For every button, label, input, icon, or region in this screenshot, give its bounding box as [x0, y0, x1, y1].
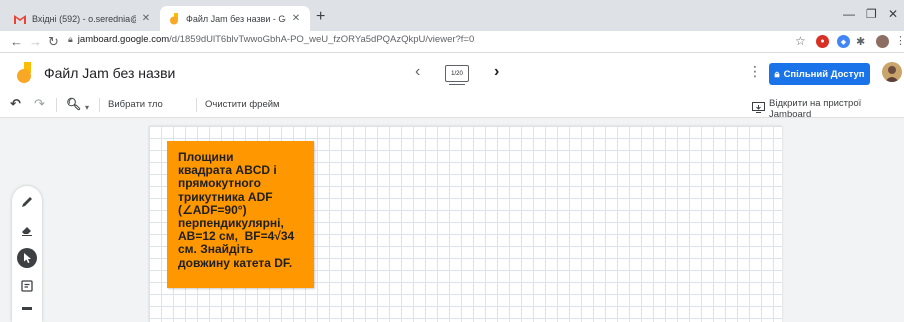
extensions-puzzle-icon[interactable]: ✱ [856, 35, 865, 50]
document-title[interactable]: Файл Jam без назви [44, 65, 175, 81]
next-frame-icon[interactable]: › [494, 62, 499, 82]
back-icon[interactable]: ← [10, 34, 23, 49]
pen-icon[interactable] [17, 192, 37, 212]
bookmark-star-icon[interactable]: ☆ [795, 34, 806, 49]
restore-icon[interactable]: ❐ [866, 7, 877, 21]
drawing-tools-panel [12, 186, 42, 322]
new-tab-icon[interactable]: + [316, 8, 325, 26]
clear-frame-button[interactable]: Очистити фрейм [205, 99, 280, 110]
zoom-icon[interactable]: 🔍︎ [66, 96, 81, 112]
lock-icon: 🔒︎ [68, 34, 73, 44]
minimize-icon[interactable]: — [843, 7, 855, 21]
address-bar: ← → ↻ 🔒︎ jamboard.google.com/d/1859dUlT6… [0, 31, 904, 53]
frame-counter[interactable]: 1/20 [445, 65, 469, 85]
share-label: Спільний Доступ [783, 68, 865, 80]
open-device-label: Відкрити на пристрої Jamboard [769, 98, 862, 120]
image-icon[interactable] [17, 302, 37, 322]
forward-icon[interactable]: → [29, 34, 42, 49]
redo-icon[interactable]: ↷ [34, 96, 45, 112]
reload-icon[interactable]: ↻ [48, 34, 59, 49]
tab-title: Файл Jam без назви - Google Ja [186, 13, 286, 24]
url-host: jamboard.google.com [77, 34, 170, 45]
sticky-line: см. Знайдіть [178, 242, 254, 257]
select-cursor-icon[interactable] [17, 248, 37, 268]
adblock-extension-icon[interactable]: ● [816, 35, 829, 48]
undo-icon[interactable]: ↶ [10, 96, 21, 112]
extension-diamond-icon[interactable]: ◆ [837, 35, 850, 48]
eraser-icon[interactable] [17, 220, 37, 240]
share-button[interactable]: 🔒︎ Спільний Доступ [769, 63, 870, 85]
url-field[interactable]: 🔒︎ jamboard.google.com/d/1859dUlT6blvTww… [68, 34, 474, 45]
jamboard-icon [168, 12, 180, 25]
lock-icon: 🔒︎ [774, 68, 780, 80]
toolbar: ↶ ↷ 🔍︎ ▾ Вибрати тло Очистити фрейм Відк… [0, 92, 904, 120]
sticky-line: довжину катета DF. [178, 255, 293, 270]
divider [99, 98, 100, 112]
canvas-area [0, 118, 904, 322]
open-on-device-button[interactable]: Відкрити на пристрої Jamboard [752, 98, 904, 120]
set-background-button[interactable]: Вибрати тло [108, 99, 163, 110]
frame-counter-label: 1/20 [451, 70, 463, 77]
chevron-down-icon[interactable]: ▾ [85, 100, 89, 116]
more-options-icon[interactable]: ⋮ [748, 63, 762, 80]
cast-device-icon [752, 102, 765, 116]
close-tab-icon[interactable]: ✕ [140, 13, 152, 24]
app-header: Файл Jam без назви ‹ 1/20 › ⋮ 🔒︎ Спільни… [0, 54, 904, 92]
tab-jamboard[interactable]: Файл Jam без назви - Google Ja ✕ [160, 6, 310, 31]
url-path: /d/1859dUlT6blvTwwoGbhA-PO_weU_fzORYa5dP… [169, 34, 475, 45]
gmail-icon [14, 13, 26, 25]
jamboard-logo-icon[interactable] [17, 62, 32, 84]
browser-menu-icon[interactable]: ⋮ [895, 34, 904, 49]
sticky-note-icon[interactable] [17, 276, 37, 296]
divider [196, 98, 197, 112]
tab-gmail[interactable]: Вхідні (592) - o.seredniа@dpl.ua ✕ [6, 6, 160, 31]
avatar[interactable] [882, 62, 902, 82]
sticky-line: прямокутного [178, 176, 261, 191]
close-window-icon[interactable]: ✕ [888, 7, 898, 21]
divider [56, 98, 57, 112]
tab-title: Вхідні (592) - o.seredniа@dpl.ua [32, 13, 136, 24]
browser-tab-strip: Вхідні (592) - o.seredniа@dpl.ua ✕ Файл … [0, 0, 904, 31]
previous-frame-icon[interactable]: ‹ [415, 62, 420, 82]
sticky-note[interactable]: Площини квадрата ABCD і прямокутного три… [167, 141, 314, 288]
sticky-line: трикутника ADF [178, 189, 273, 204]
profile-avatar-icon[interactable] [876, 35, 889, 48]
close-tab-icon[interactable]: ✕ [290, 13, 302, 24]
